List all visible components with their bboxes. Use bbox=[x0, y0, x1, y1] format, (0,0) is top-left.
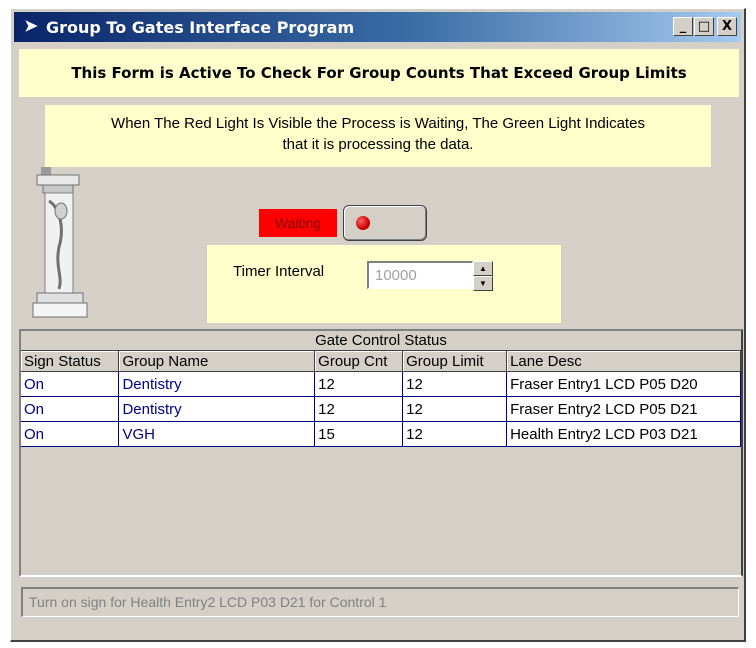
red-light-icon bbox=[356, 216, 370, 230]
table-row[interactable]: On Dentistry 12 12 Fraser Entry1 LCD P05… bbox=[21, 371, 741, 397]
cell-sign-status[interactable]: On bbox=[21, 371, 120, 397]
col-lane-desc[interactable]: Lane Desc bbox=[506, 351, 741, 372]
maximize-button[interactable]: □ bbox=[694, 17, 714, 36]
col-group-name[interactable]: Group Name bbox=[118, 351, 316, 372]
spin-down-icon[interactable]: ▼ bbox=[473, 276, 493, 291]
cell-group-cnt[interactable]: 12 bbox=[314, 396, 404, 422]
status-message-bar: Turn on sign for Health Entry2 LCD P03 D… bbox=[21, 587, 739, 617]
title-bar[interactable]: ➤ Group To Gates Interface Program _ □ X bbox=[14, 12, 741, 42]
gate-status-table: Sign Status Group Name Group Cnt Group L… bbox=[21, 351, 741, 447]
app-window: ➤ Group To Gates Interface Program _ □ X… bbox=[10, 8, 746, 642]
cell-group-cnt[interactable]: 12 bbox=[314, 371, 404, 397]
header-row: Sign Status Group Name Group Cnt Group L… bbox=[21, 351, 741, 372]
col-group-limit[interactable]: Group Limit bbox=[402, 351, 508, 372]
status-light-button[interactable] bbox=[343, 205, 427, 241]
cell-group-limit[interactable]: 12 bbox=[402, 371, 508, 397]
col-group-cnt[interactable]: Group Cnt bbox=[314, 351, 404, 372]
timer-panel: Timer Interval 10000 ▲ ▼ bbox=[207, 245, 561, 323]
table-row[interactable]: On VGH 15 12 Health Entry2 LCD P03 D21 bbox=[21, 421, 741, 447]
active-form-banner: This Form is Active To Check For Group C… bbox=[19, 49, 739, 97]
cell-group-name[interactable]: Dentistry bbox=[118, 371, 316, 397]
light-info-panel: When The Red Light Is Visible the Proces… bbox=[45, 105, 711, 167]
info-line-1: When The Red Light Is Visible the Proces… bbox=[111, 115, 645, 132]
cell-sign-status[interactable]: On bbox=[21, 421, 120, 447]
spin-up-icon[interactable]: ▲ bbox=[473, 261, 493, 276]
close-button[interactable]: X bbox=[717, 17, 737, 36]
cell-group-name[interactable]: VGH bbox=[118, 421, 316, 447]
gate-control-grid: Gate Control Status Sign Status Group Na… bbox=[19, 329, 743, 577]
cell-lane-desc[interactable]: Health Entry2 LCD P03 D21 bbox=[506, 421, 741, 447]
info-line-2: that it is processing the data. bbox=[282, 136, 474, 153]
col-sign-status[interactable]: Sign Status bbox=[21, 351, 120, 372]
cell-sign-status[interactable]: On bbox=[21, 396, 120, 422]
arrow-app-icon[interactable]: ➤ bbox=[22, 18, 40, 36]
timer-interval-label: Timer Interval bbox=[233, 263, 325, 280]
timer-interval-input[interactable]: 10000 bbox=[367, 261, 473, 289]
cell-group-cnt[interactable]: 15 bbox=[314, 421, 404, 447]
cell-lane-desc[interactable]: Fraser Entry2 LCD P05 D21 bbox=[506, 396, 741, 422]
waiting-status-label: Waiting bbox=[259, 209, 337, 237]
window-title: Group To Gates Interface Program bbox=[46, 18, 355, 37]
cell-group-limit[interactable]: 12 bbox=[402, 421, 508, 447]
cell-group-limit[interactable]: 12 bbox=[402, 396, 508, 422]
minimize-button[interactable]: _ bbox=[673, 17, 693, 36]
statue-image bbox=[32, 167, 88, 318]
grid-caption: Gate Control Status bbox=[21, 331, 741, 351]
table-row[interactable]: On Dentistry 12 12 Fraser Entry2 LCD P05… bbox=[21, 396, 741, 422]
cell-group-name[interactable]: Dentistry bbox=[118, 396, 316, 422]
cell-lane-desc[interactable]: Fraser Entry1 LCD P05 D20 bbox=[506, 371, 741, 397]
timer-spinner[interactable]: ▲ ▼ bbox=[473, 261, 493, 291]
